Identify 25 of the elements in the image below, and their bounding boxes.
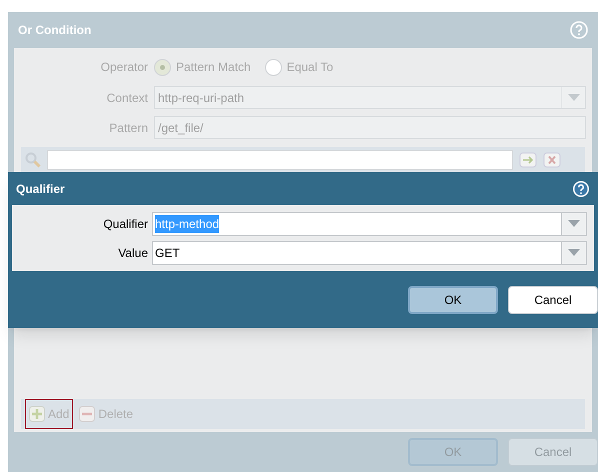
search-icon (25, 152, 41, 168)
pattern-field[interactable]: /get_file/ (154, 116, 586, 139)
dropdown-field[interactable]: GET (152, 240, 587, 264)
minus-icon[interactable] (79, 406, 96, 422)
delete-button[interactable]: Delete (75, 399, 138, 429)
dialog-title: Or Condition (18, 22, 92, 39)
context-dropdown[interactable]: http-req-uri-path (154, 86, 586, 109)
add-button[interactable]: Add (25, 399, 74, 429)
caret-icon[interactable] (568, 220, 580, 228)
close-icon[interactable] (543, 152, 561, 168)
radio-option[interactable]: Equal To (264, 58, 334, 76)
field-label: Pattern (108, 120, 149, 136)
ok-button[interactable]: OK (408, 286, 498, 314)
help-icon[interactable] (572, 180, 590, 198)
search-field[interactable] (47, 150, 513, 170)
radio-option[interactable]: Pattern Match (154, 58, 251, 76)
field-label: Qualifier (102, 216, 149, 232)
field-label: Context (106, 90, 149, 106)
caret-icon[interactable] (568, 248, 580, 256)
dialog-title: Qualifier (16, 180, 65, 198)
cancel-button[interactable]: Cancel (508, 286, 598, 314)
field-label: Operator (100, 59, 149, 76)
dropdown-field[interactable]: http-method (152, 212, 587, 236)
plus-icon[interactable] (29, 406, 45, 422)
field-label: Value (117, 244, 149, 262)
